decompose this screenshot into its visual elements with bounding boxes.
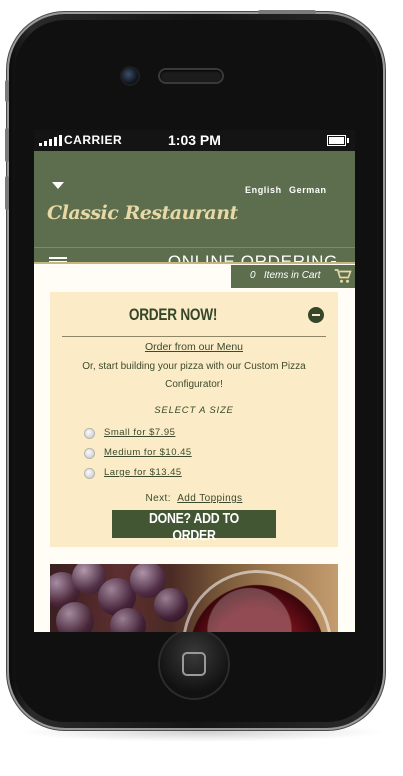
next-label: Next: — [145, 493, 171, 504]
select-size-label: SELECT A SIZE — [154, 405, 234, 416]
grapes-wine-image — [50, 564, 338, 632]
add-toppings-link[interactable]: Add Toppings — [177, 493, 242, 504]
add-to-order-label: DONE? ADD TO ORDER — [149, 510, 239, 544]
size-small-radio[interactable] — [84, 428, 95, 439]
status-bar: CARRIER 1:03 PM — [34, 130, 355, 151]
size-small-label[interactable]: Small for $7.95 — [104, 427, 175, 438]
size-large-radio[interactable] — [84, 468, 95, 479]
next-step-row: Next: Add Toppings — [50, 493, 338, 504]
site-logo[interactable]: Classic Restaurant — [47, 202, 238, 224]
phone-screen: CARRIER 1:03 PM English German Classic R… — [34, 130, 355, 632]
earpiece-speaker — [160, 70, 222, 82]
home-button — [160, 630, 228, 698]
minus-circle-icon[interactable] — [308, 307, 324, 323]
power-button — [258, 10, 316, 14]
cart-count: 0 — [250, 270, 256, 281]
size-medium-radio[interactable] — [84, 448, 95, 459]
status-time: 1:03 PM — [168, 132, 221, 148]
size-medium-label[interactable]: Medium for $10.45 — [104, 447, 192, 458]
size-large-label[interactable]: Large for $13.45 — [104, 467, 182, 478]
battery-icon — [327, 135, 349, 146]
caret-down-icon[interactable] — [52, 182, 64, 189]
signal-icon — [39, 135, 62, 146]
order-title: ORDER NOW! — [128, 305, 218, 324]
site-header: English German Classic Restaurant ONLINE… — [34, 151, 355, 271]
cart-label: Items in Cart — [263, 270, 321, 281]
order-from-menu-link[interactable]: Order from our Menu — [50, 341, 338, 353]
language-german-link[interactable]: German — [289, 185, 327, 195]
volume-up-button — [5, 128, 9, 162]
cart-button[interactable]: 0 Items in Cart — [231, 265, 355, 288]
add-to-order-button[interactable]: DONE? ADD TO ORDER — [112, 510, 276, 544]
carrier-name: CARRIER — [64, 133, 123, 147]
language-english-link[interactable]: English — [245, 185, 282, 195]
cart-summary: 0 Items in Cart — [250, 270, 321, 281]
mute-switch — [5, 80, 9, 102]
order-divider — [62, 336, 326, 337]
volume-down-button — [5, 176, 9, 210]
order-panel: ORDER NOW! Order from our Menu Or, start… — [50, 292, 338, 547]
shopping-cart-icon — [334, 269, 352, 283]
configurator-text: Or, start building your pizza with our C… — [82, 361, 306, 390]
header-divider — [34, 247, 355, 248]
front-camera — [122, 68, 138, 84]
